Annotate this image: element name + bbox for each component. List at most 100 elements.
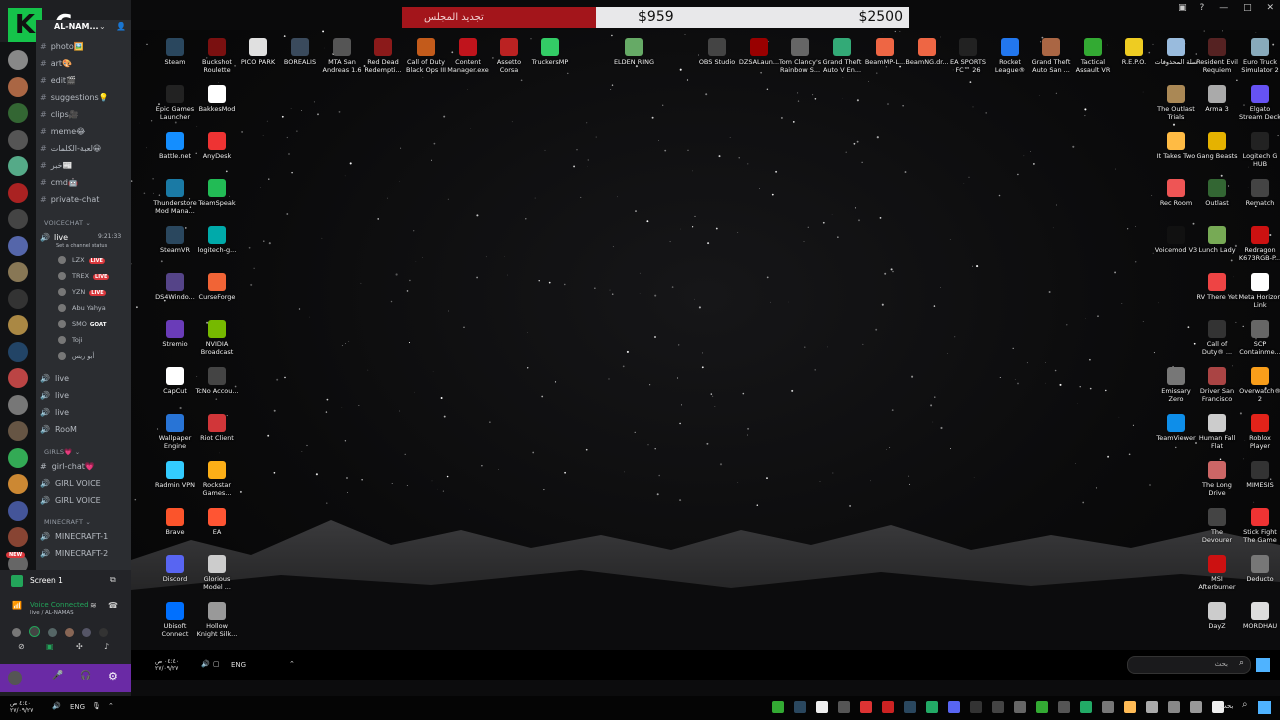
- category-voicechat[interactable]: VOICECHAT ⌄: [44, 219, 91, 227]
- desktop-icon[interactable]: The Long Drive: [1195, 461, 1239, 497]
- disconnect-icon[interactable]: ☎: [108, 601, 118, 610]
- desktop-icon[interactable]: Overwatch® 2: [1238, 367, 1280, 403]
- server-icon[interactable]: [8, 182, 28, 203]
- server-icon[interactable]: [8, 262, 28, 282]
- taskbar-app-icon[interactable]: [882, 701, 894, 713]
- server-name[interactable]: AL-NAM...: [54, 22, 99, 31]
- soundboard-icon[interactable]: ♪: [104, 642, 109, 651]
- server-icon[interactable]: [8, 103, 28, 123]
- desktop-icon[interactable]: NVIDIA Broadcast: [195, 320, 239, 356]
- taskbar-app-icon[interactable]: [1168, 701, 1180, 713]
- desktop-icon[interactable]: PICO PARK: [236, 38, 280, 66]
- close-icon[interactable]: ✕: [1266, 3, 1274, 13]
- desktop-icon[interactable]: The Outlast Trials: [1154, 85, 1198, 121]
- minimize-icon[interactable]: —: [1219, 3, 1228, 13]
- taskbar-app-icon[interactable]: [948, 701, 960, 713]
- desktop-icon[interactable]: Grand Theft Auto San ...: [1029, 38, 1073, 74]
- desktop-icon[interactable]: Riot Client: [195, 414, 239, 442]
- desktop-icon[interactable]: ELDEN RING: [612, 38, 656, 66]
- text-channel[interactable]: # لعبة-الكلمات😀: [40, 144, 101, 153]
- taskbar-app-icon[interactable]: [1102, 701, 1114, 713]
- taskbar-app-icon[interactable]: [794, 701, 806, 713]
- desktop-icon[interactable]: Tom Clancy's Rainbow S...: [778, 38, 822, 74]
- server-icon[interactable]: [8, 50, 28, 70]
- taskbar-app-icon[interactable]: [816, 701, 828, 713]
- server-icon[interactable]: [8, 341, 28, 362]
- text-channel[interactable]: # clips🎥: [40, 110, 79, 119]
- server-icon[interactable]: [8, 129, 28, 150]
- desktop-icon[interactable]: Resident Evil Requiem: [1195, 38, 1239, 74]
- server-icon[interactable]: [8, 76, 28, 97]
- taskbar-app-icon[interactable]: [1080, 701, 1092, 713]
- desktop-icon[interactable]: EA SPORTS FC™ 26: [946, 38, 990, 74]
- desktop-icon[interactable]: EA: [195, 508, 239, 536]
- voice-user[interactable]: Abu Yahya: [58, 304, 106, 312]
- taskbar-app-icon[interactable]: [1058, 701, 1070, 713]
- desktop-icon[interactable]: Gang Beasts: [1195, 132, 1239, 160]
- desktop-icon[interactable]: Voicemod V3: [1154, 226, 1198, 254]
- desktop-icon[interactable]: Glorious Model ...: [195, 555, 239, 591]
- server-icon[interactable]: [8, 527, 28, 547]
- desktop-icon[interactable]: RV There Yet: [1195, 273, 1239, 301]
- settings-gear-icon[interactable]: ⚙: [108, 670, 118, 683]
- taskbar-app-icon[interactable]: [1014, 701, 1026, 713]
- desktop-icon[interactable]: Stremio: [153, 320, 197, 348]
- desktop-icon[interactable]: Human Fall Flat: [1195, 414, 1239, 450]
- taskbar-app-icon[interactable]: [992, 701, 1004, 713]
- desktop-icon[interactable]: Meta Horizon Link: [1238, 273, 1280, 309]
- desktop-icon[interactable]: BeamMP-L...: [863, 38, 907, 66]
- voice-user[interactable]: أبو ريس: [58, 352, 94, 360]
- text-channel[interactable]: # private-chat: [40, 195, 99, 204]
- desktop-icon[interactable]: SCP Containme...: [1238, 320, 1280, 356]
- desktop-icon[interactable]: TcNo Accou...: [195, 367, 239, 395]
- voice-channel[interactable]: 🔊 live: [40, 374, 69, 383]
- desktop-icon[interactable]: Wallpaper Engine: [153, 414, 197, 450]
- category-minecraft[interactable]: MINECRAFT ⌄: [44, 518, 91, 526]
- girls-channel[interactable]: # girl-chat💗: [40, 462, 95, 471]
- desktop-icon[interactable]: BOREALIS: [278, 38, 322, 66]
- voice-user[interactable]: Toji: [58, 336, 82, 344]
- desktop-icon[interactable]: Brave: [153, 508, 197, 536]
- taskbar-app-icon[interactable]: [1190, 701, 1202, 713]
- speaker-icon[interactable]: 🔊: [201, 660, 210, 668]
- server-icon[interactable]: [8, 209, 28, 229]
- server-icon[interactable]: [8, 421, 28, 441]
- voice-channel-live[interactable]: 🔊 live: [40, 233, 68, 242]
- text-channel[interactable]: # خبر📰: [40, 161, 72, 170]
- taskbar2-lang[interactable]: ENG: [70, 703, 85, 711]
- voice-user[interactable]: LZX LIVE: [58, 256, 105, 264]
- desktop-icon[interactable]: سلة المحذوفات: [1154, 38, 1198, 66]
- headphones-icon[interactable]: 🎧: [80, 671, 91, 681]
- voice-user[interactable]: YZN LIVE: [58, 288, 106, 296]
- desktop-icon[interactable]: Arma 3: [1195, 85, 1239, 113]
- desktop-icon[interactable]: MORDHAU: [1238, 602, 1280, 630]
- desktop-icon[interactable]: Lunch Lady: [1195, 226, 1239, 254]
- girls-channel[interactable]: 🔊 GIRL VOICE: [40, 479, 101, 488]
- server-icon[interactable]: [8, 315, 28, 335]
- desktop-icon[interactable]: Call of Duty Black Ops III: [404, 38, 448, 74]
- desktop-icon[interactable]: CurseForge: [195, 273, 239, 301]
- voice-user[interactable]: SMO GOAT: [58, 320, 106, 328]
- user-avatar[interactable]: [8, 671, 22, 685]
- taskbar-app-icon[interactable]: [860, 701, 872, 713]
- taskbar-app-icon[interactable]: [1036, 701, 1048, 713]
- chevron-down-icon[interactable]: ⌄: [99, 22, 106, 31]
- camera-off-icon[interactable]: ⊘: [18, 642, 25, 651]
- desktop-icon[interactable]: Outlast: [1195, 179, 1239, 207]
- minecraft-channel[interactable]: 🔊 MINECRAFT-1: [40, 532, 108, 541]
- help-icon[interactable]: ?: [1200, 3, 1205, 13]
- voice-user[interactable]: TREX LIVE: [58, 272, 110, 280]
- desktop-icon[interactable]: It Takes Two: [1154, 132, 1198, 160]
- desktop-icon[interactable]: Rockstar Games...: [195, 461, 239, 497]
- desktop-icon[interactable]: Rec Room: [1154, 179, 1198, 207]
- noise-suppression-icon[interactable]: ≋: [90, 601, 97, 610]
- desktop-icon[interactable]: Ubisoft Connect: [153, 602, 197, 638]
- desktop-icon[interactable]: Steam: [153, 38, 197, 66]
- desktop-icon[interactable]: DS4Windo...: [153, 273, 197, 301]
- taskbar-app-icon[interactable]: [926, 701, 938, 713]
- desktop-icon[interactable]: Radmin VPN: [153, 461, 197, 489]
- desktop-icon[interactable]: Hollow Knight Silk...: [195, 602, 239, 638]
- desktop-icon[interactable]: logitech-g...: [195, 226, 239, 254]
- desktop-icon[interactable]: Discord: [153, 555, 197, 583]
- taskbar-app-icon[interactable]: [904, 701, 916, 713]
